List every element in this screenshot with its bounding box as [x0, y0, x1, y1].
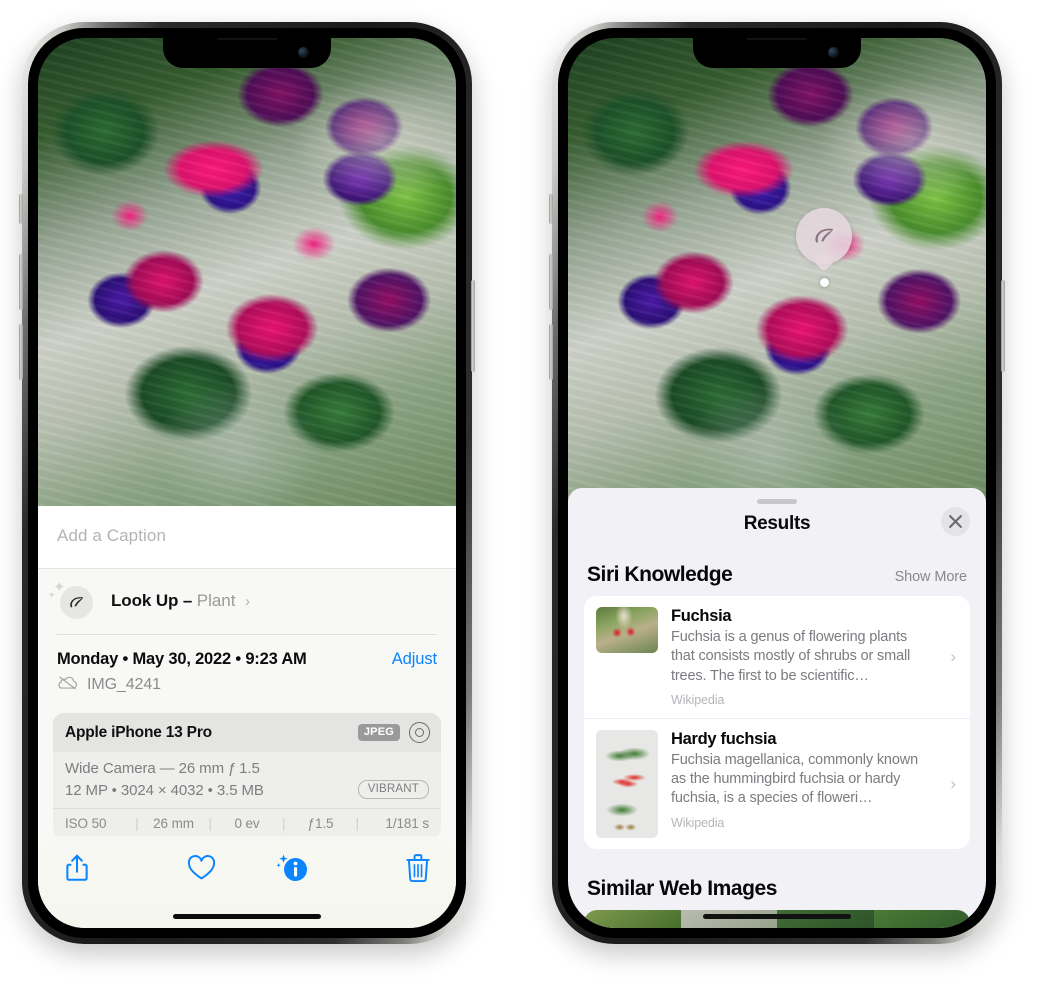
stat-aperture: ƒ1.5 [307, 816, 334, 831]
exif-card[interactable]: Apple iPhone 13 Pro JPEG Wide Camera — 2… [53, 713, 441, 839]
knowledge-description: Fuchsia is a genus of flowering plants t… [671, 629, 911, 684]
list-item[interactable]: Fuchsia Fuchsia is a genus of flowering … [584, 596, 970, 718]
stat-focal: 26 mm [153, 816, 194, 831]
stat-iso: ISO 50 [65, 816, 107, 831]
look-up-icon-wrap: ✦ ✦ [48, 579, 93, 619]
close-icon [949, 515, 962, 528]
camera-device-name: Apple iPhone 13 Pro [65, 723, 212, 741]
siri-knowledge-header: Siri Knowledge Show More [568, 535, 986, 596]
knowledge-description: Fuchsia magellanica, commonly known as t… [671, 751, 918, 807]
exif-header: Apple iPhone 13 Pro JPEG [53, 713, 441, 752]
photo-viewer-image[interactable] [568, 38, 986, 508]
notch [693, 38, 861, 68]
results-header: Results [568, 504, 986, 536]
knowledge-source: Wikipedia [671, 692, 725, 707]
front-camera [298, 47, 309, 58]
volume-up-button[interactable] [19, 254, 23, 310]
file-name: IMG_4241 [87, 676, 161, 693]
stat-shutter: 1/181 s [385, 816, 429, 831]
siri-knowledge-card: Fuchsia Fuchsia is a genus of flowering … [584, 596, 970, 849]
home-indicator[interactable] [173, 914, 321, 919]
exif-body: Wide Camera — 26 mm ƒ 1.5 12 MP • 3024 ×… [53, 752, 441, 808]
left-phone-screen: Add a Caption ✦ ✦ Look Up – Plant › Mond… [38, 38, 456, 928]
results-title: Results [743, 513, 811, 534]
leaf-icon [815, 228, 834, 243]
left-phone-bezel: Add a Caption ✦ ✦ Look Up – Plant › Mond… [28, 28, 466, 938]
stat-ev: 0 ev [234, 816, 260, 831]
front-camera [828, 47, 839, 58]
knowledge-thumbnail [596, 607, 658, 653]
chevron-right-icon: › [950, 773, 956, 793]
exif-stats-row: ISO 50 | 26 mm | 0 ev | ƒ1.5 | 1/181 s [53, 808, 441, 839]
volume-down-button[interactable] [549, 324, 553, 380]
knowledge-title: Fuchsia [671, 607, 732, 625]
favorite-button[interactable] [156, 855, 248, 881]
delete-button[interactable] [339, 853, 431, 883]
power-button[interactable] [471, 280, 475, 372]
look-up-label: Look Up – [111, 591, 193, 610]
photographic-style-badge: VIBRANT [357, 780, 429, 799]
knowledge-body: Hardy fuchsia Fuchsia magellanica, commo… [671, 730, 958, 838]
similar-web-images-title: Similar Web Images [587, 876, 777, 900]
mute-switch[interactable] [549, 194, 553, 224]
chevron-right-icon: › [950, 646, 956, 666]
lens-info: Wide Camera — 26 mm ƒ 1.5 [65, 760, 260, 777]
capture-date: Monday • May 30, 2022 • 9:23 AM [57, 650, 307, 668]
date-block: Monday • May 30, 2022 • 9:23 AM IMG_4241 [38, 635, 456, 704]
aperture-icon [409, 722, 430, 743]
right-phone-bezel: Results Siri Knowledge Show More Fuchsia… [558, 28, 996, 938]
knowledge-title: Hardy fuchsia [671, 729, 777, 748]
home-indicator[interactable] [703, 914, 851, 919]
siri-knowledge-title: Siri Knowledge [587, 563, 733, 586]
knowledge-thumbnail [596, 729, 658, 838]
power-button[interactable] [1001, 280, 1005, 372]
mute-switch[interactable] [19, 194, 23, 224]
date-left-group: Monday • May 30, 2022 • 9:23 AM IMG_4241 [57, 650, 392, 695]
file-line: IMG_4241 [57, 675, 392, 695]
knowledge-body: Fuchsia Fuchsia is a genus of flowering … [671, 607, 958, 707]
chevron-right-icon: › [244, 593, 250, 610]
results-sheet: Results Siri Knowledge Show More Fuchsia… [568, 488, 986, 928]
earpiece-speaker [216, 38, 278, 40]
right-phone-screen: Results Siri Knowledge Show More Fuchsia… [568, 38, 986, 928]
screenshot-stage: Add a Caption ✦ ✦ Look Up – Plant › Mond… [0, 0, 1055, 985]
web-image-thumbnail[interactable] [873, 909, 970, 928]
adjust-button[interactable]: Adjust [392, 650, 437, 669]
show-more-button[interactable]: Show More [895, 569, 968, 585]
share-button[interactable] [64, 853, 156, 883]
volume-up-button[interactable] [549, 254, 553, 310]
icloud-slash-icon [57, 675, 78, 695]
info-button[interactable] [247, 852, 339, 884]
close-button[interactable] [941, 507, 970, 536]
right-phone-device: Results Siri Knowledge Show More Fuchsia… [549, 22, 1005, 944]
list-item[interactable]: Hardy fuchsia Fuchsia magellanica, commo… [584, 717, 970, 849]
notch [163, 38, 331, 68]
photo-viewer-image[interactable] [38, 38, 456, 506]
caption-input[interactable]: Add a Caption [57, 526, 437, 546]
knowledge-source: Wikipedia [671, 815, 725, 830]
left-phone-device: Add a Caption ✦ ✦ Look Up – Plant › Mond… [19, 22, 475, 944]
look-up-label-group: Look Up – Plant › [111, 591, 250, 611]
visual-lookup-badge[interactable] [796, 208, 852, 272]
visual-lookup-anchor-dot [820, 278, 829, 287]
similar-web-images-header: Similar Web Images [568, 849, 986, 910]
look-up-row[interactable]: ✦ ✦ Look Up – Plant › [38, 569, 456, 634]
volume-down-button[interactable] [19, 324, 23, 380]
format-badge: JPEG [357, 724, 400, 741]
leaf-icon [60, 586, 93, 619]
photo-info-sheet: Add a Caption ✦ ✦ Look Up – Plant › Mond… [38, 506, 456, 928]
look-up-subject: Plant [196, 591, 236, 610]
photo-toolbar [38, 836, 456, 928]
toolbar-icon-row [38, 836, 456, 884]
earpiece-speaker [746, 38, 808, 40]
web-image-thumbnail[interactable] [584, 909, 681, 928]
caption-row[interactable]: Add a Caption [38, 506, 456, 569]
sparkle-small-icon: ✦ [48, 590, 56, 600]
